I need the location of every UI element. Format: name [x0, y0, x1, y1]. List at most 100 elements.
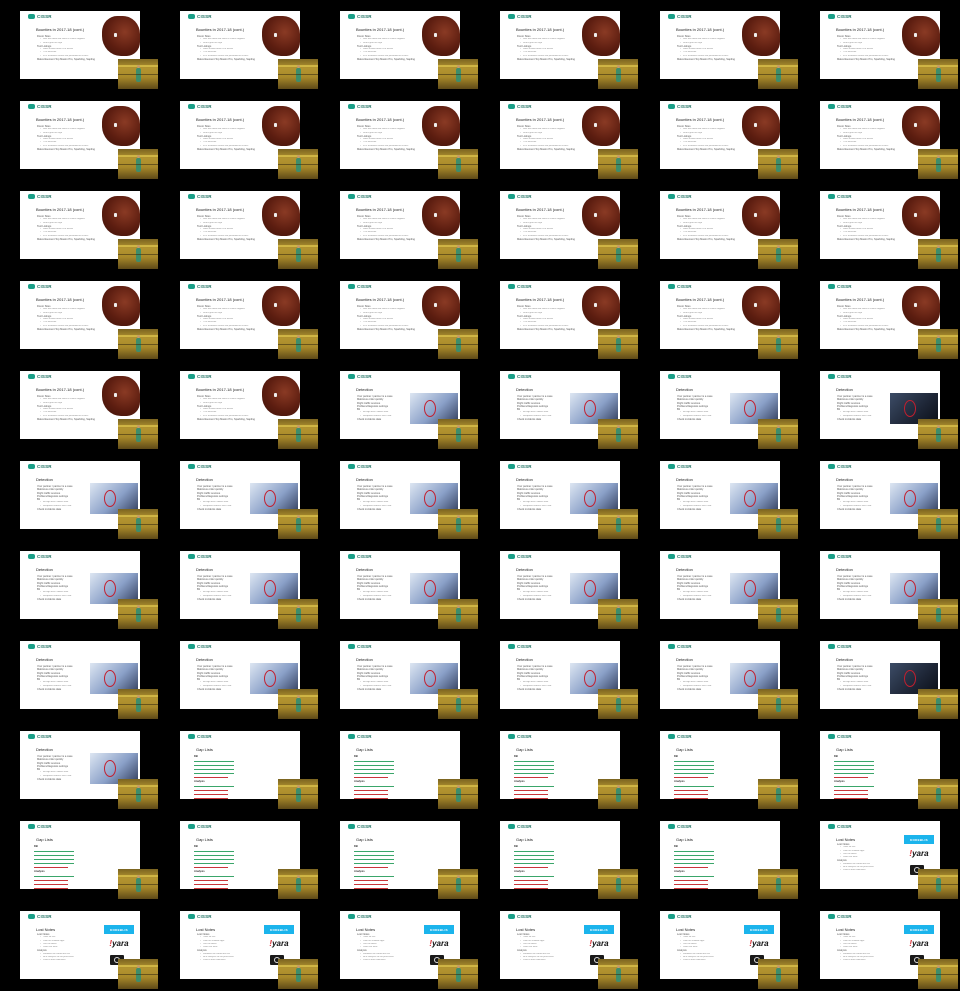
speaker-figure [936, 788, 941, 802]
slide-thumbnail-frame[interactable]: CISSRDetectionYour partner / partner is … [340, 461, 480, 541]
link-line [674, 886, 708, 889]
yara-logo: ! yara [264, 938, 294, 948]
speaker-figure [776, 68, 781, 82]
slide-thumbnail-frame[interactable]: CISSRBounties in 2017-18 (cont.)Donor Si… [180, 281, 320, 361]
slide-thumbnail-frame[interactable]: CISSRBounties in 2017-18 (cont.)Donor Si… [660, 281, 800, 361]
slide-thumbnail-frame[interactable]: CISSRBounties in 2017-18 (cont.)Donor Si… [20, 191, 160, 271]
slide-title: Bounties in 2017-18 (cont.) [196, 207, 245, 212]
slide-thumbnail-frame[interactable]: CISSRLost NotesLost NotesTools on useLoo… [820, 821, 960, 901]
slide-thumbnail-frame[interactable]: CISSRDetectionYour partner / partner is … [660, 551, 800, 631]
logo-text: CISSR [677, 644, 692, 649]
slide-thumbnail-frame[interactable]: CISSRBounties in 2017-18 (cont.)Donor Si… [340, 101, 480, 181]
slide-thumbnail-frame[interactable]: CISSR Gap Lists DB Analysis [500, 821, 640, 901]
slide-title: Detection [836, 657, 853, 662]
slide-thumbnail-frame[interactable]: CISSRBounties in 2017-18 (cont.)Donor Si… [340, 281, 480, 361]
slide-thumbnail-frame[interactable]: CISSRDetectionYour partner / partner is … [500, 461, 640, 541]
slide-thumbnail-frame[interactable]: CISSRDetectionYour partner / partner is … [820, 371, 960, 451]
slide-thumbnail-frame[interactable]: CISSRBounties in 2017-18 (cont.)Donor Si… [500, 101, 640, 181]
slide-thumbnail-frame[interactable]: CISSRDetectionYour partner / partner is … [180, 461, 320, 541]
slide-thumbnail-frame[interactable]: CISSRLost NotesLost NotesTools on useLoo… [500, 911, 640, 991]
slide-thumbnail-frame[interactable]: CISSR Gap Lists DB Analysis [20, 821, 160, 901]
slide-thumbnail-frame[interactable]: CISSRBounties in 2017-18 (cont.)Donor Si… [820, 11, 960, 91]
slide-thumbnail-frame[interactable]: CISSRLost NotesLost NotesTools on useLoo… [820, 911, 960, 991]
yara-text: yara [272, 938, 289, 948]
slide-thumbnail-frame[interactable]: CISSRBounties in 2017-18 (cont.)Donor Si… [340, 191, 480, 271]
logo-text: CISSR [37, 554, 52, 559]
slide-thumbnail-frame[interactable]: CISSRDetectionYour partner / partner is … [660, 641, 800, 721]
speaker-webcam-overlay [438, 599, 478, 629]
slide-thumbnail-frame[interactable]: CISSRDetectionYour partner / partner is … [500, 641, 640, 721]
speaker-webcam-overlay [118, 869, 158, 899]
slide-thumbnail-frame[interactable]: CISSRDetectionYour partner / partner is … [340, 551, 480, 631]
link-section-label: DB [514, 755, 518, 758]
slide-thumbnail-frame[interactable]: CISSRBounties in 2017-18 (cont.)Donor Si… [20, 281, 160, 361]
slide-thumbnail-frame[interactable]: CISSR Gap Lists DB Analysis [340, 731, 480, 811]
slide-thumbnail-frame[interactable]: CISSRDetectionYour partner / partner is … [180, 551, 320, 631]
slide-thumbnail-frame[interactable]: CISSRBounties in 2017-18 (cont.)Donor Si… [660, 11, 800, 91]
speaker-figure [456, 158, 461, 172]
slide-thumbnail-frame[interactable]: CISSRDetectionYour partner / partner is … [820, 641, 960, 721]
slide-thumbnail-frame[interactable]: CISSRBounties in 2017-18 (cont.)Donor Si… [500, 191, 640, 271]
speaker-webcam-overlay [118, 59, 158, 89]
slide-thumbnail-frame[interactable]: CISSR Gap Lists DB Analysis [180, 821, 320, 901]
slide-thumbnail-frame[interactable]: CISSRDetectionYour partner / partner is … [20, 461, 160, 541]
slide-thumbnail-frame[interactable]: CISSRBounties in 2017-18 (cont.)Donor Si… [820, 101, 960, 181]
slide-thumbnail-frame[interactable]: CISSRDetectionYour partner / partner is … [180, 641, 320, 721]
slide-title: Detection [36, 747, 53, 752]
speaker-figure [936, 68, 941, 82]
slide-thumbnail-frame[interactable]: CISSRDetectionYour partner / partner is … [500, 371, 640, 451]
slide-thumbnail-frame[interactable]: CISSRBounties in 2017-18 (cont.)Donor Si… [20, 11, 160, 91]
slide-thumbnail-frame[interactable]: CISSRDetectionYour partner / partner is … [820, 551, 960, 631]
speaker-figure [456, 338, 461, 352]
logo-text: CISSR [197, 914, 212, 919]
slide-thumbnail-frame[interactable]: CISSRBounties in 2017-18 (cont.)Donor Si… [500, 11, 640, 91]
slide-thumbnail-frame[interactable]: CISSRBounties in 2017-18 (cont.)Donor Si… [500, 281, 640, 361]
slide-thumbnail-frame[interactable]: CISSRBounties in 2017-18 (cont.)Donor Si… [20, 371, 160, 451]
slide-thumbnail-frame[interactable]: CISSRBounties in 2017-18 (cont.)Donor Si… [660, 101, 800, 181]
slide-thumbnail-frame[interactable]: CISSR Gap Lists DB Analysis [180, 731, 320, 811]
logo-text: CISSR [37, 374, 52, 379]
slide-thumbnail-frame[interactable]: CISSRDetectionYour partner / partner is … [20, 731, 160, 811]
slide-logo: CISSR [188, 194, 212, 199]
slide-thumbnail-frame[interactable]: CISSR Gap Lists DB Analysis [340, 821, 480, 901]
slide-thumbnail-frame[interactable]: CISSRLost NotesLost NotesTools on useLoo… [660, 911, 800, 991]
speaker-figure [936, 878, 941, 892]
slide-thumbnail-frame[interactable]: CISSRBounties in 2017-18 (cont.)Donor Si… [20, 101, 160, 181]
link-line [834, 775, 868, 778]
slide-thumbnail-frame[interactable]: CISSRLost NotesLost NotesTools on useLoo… [340, 911, 480, 991]
slide-thumbnail-frame[interactable]: CISSR Gap Lists DB Analysis [660, 731, 800, 811]
slide-thumbnail-frame[interactable]: CISSRBounties in 2017-18 (cont.)Donor Si… [660, 191, 800, 271]
link-line [834, 759, 874, 762]
slide-thumbnail-frame[interactable]: CISSR Gap Lists DB Analysis [820, 731, 960, 811]
logo-mark-icon [188, 554, 195, 559]
slide-thumbnail-frame[interactable]: CISSRDetectionYour partner / partner is … [660, 371, 800, 451]
slide-thumbnail-frame[interactable]: CISSRBounties in 2017-18 (cont.)Donor Si… [180, 191, 320, 271]
slide-thumbnail-frame[interactable]: CISSRDetectionYour partner / partner is … [820, 461, 960, 541]
slide-thumbnail-frame[interactable]: CISSRLost NotesLost NotesTools on useLoo… [180, 911, 320, 991]
link-line [514, 878, 548, 881]
slide-thumbnail-frame[interactable]: CISSRBounties in 2017-18 (cont.)Donor Si… [180, 371, 320, 451]
slide-thumbnail-frame[interactable]: CISSR Gap Lists DB Analysis [500, 731, 640, 811]
slide-thumbnail-frame[interactable]: CISSRBounties in 2017-18 (cont.)Donor Si… [820, 281, 960, 361]
slide-thumbnail-frame[interactable]: CISSRBounties in 2017-18 (cont.)Donor Si… [820, 191, 960, 271]
slide-thumbnail-frame[interactable]: CISSRBounties in 2017-18 (cont.)Donor Si… [180, 11, 320, 91]
slide-thumbnail-frame[interactable]: CISSRDetectionYour partner / partner is … [20, 551, 160, 631]
speaker-figure [296, 518, 301, 532]
speaker-webcam-overlay [438, 509, 478, 539]
logo-text: CISSR [517, 104, 532, 109]
slide-thumbnail-frame[interactable]: CISSRBounties in 2017-18 (cont.)Donor Si… [340, 11, 480, 91]
link-line [354, 878, 388, 881]
slide-thumbnail-frame[interactable]: CISSRDetectionYour partner / partner is … [340, 641, 480, 721]
slide-thumbnail-frame[interactable]: CISSR Gap Lists DB Analysis [660, 821, 800, 901]
slide-thumbnail-frame[interactable]: CISSRDetectionYour partner / partner is … [500, 551, 640, 631]
slide-thumbnail-frame[interactable]: CISSRBounties in 2017-18 (cont.)Donor Si… [180, 101, 320, 181]
slide-logo: CISSR [828, 284, 852, 289]
slide-thumbnail-frame[interactable]: CISSRLost NotesLost NotesTools on useLoo… [20, 911, 160, 991]
logo-mark-icon [28, 194, 35, 199]
slide-thumbnail-frame[interactable]: CISSRDetectionYour partner / partner is … [20, 641, 160, 721]
slide-thumbnail-frame[interactable]: CISSRDetectionYour partner / partner is … [340, 371, 480, 451]
slide-title: Bounties in 2017-18 (cont.) [676, 27, 725, 32]
yara-text: yara [592, 938, 609, 948]
logo-text: CISSR [357, 464, 372, 469]
slide-thumbnail-frame[interactable]: CISSRDetectionYour partner / partner is … [660, 461, 800, 541]
